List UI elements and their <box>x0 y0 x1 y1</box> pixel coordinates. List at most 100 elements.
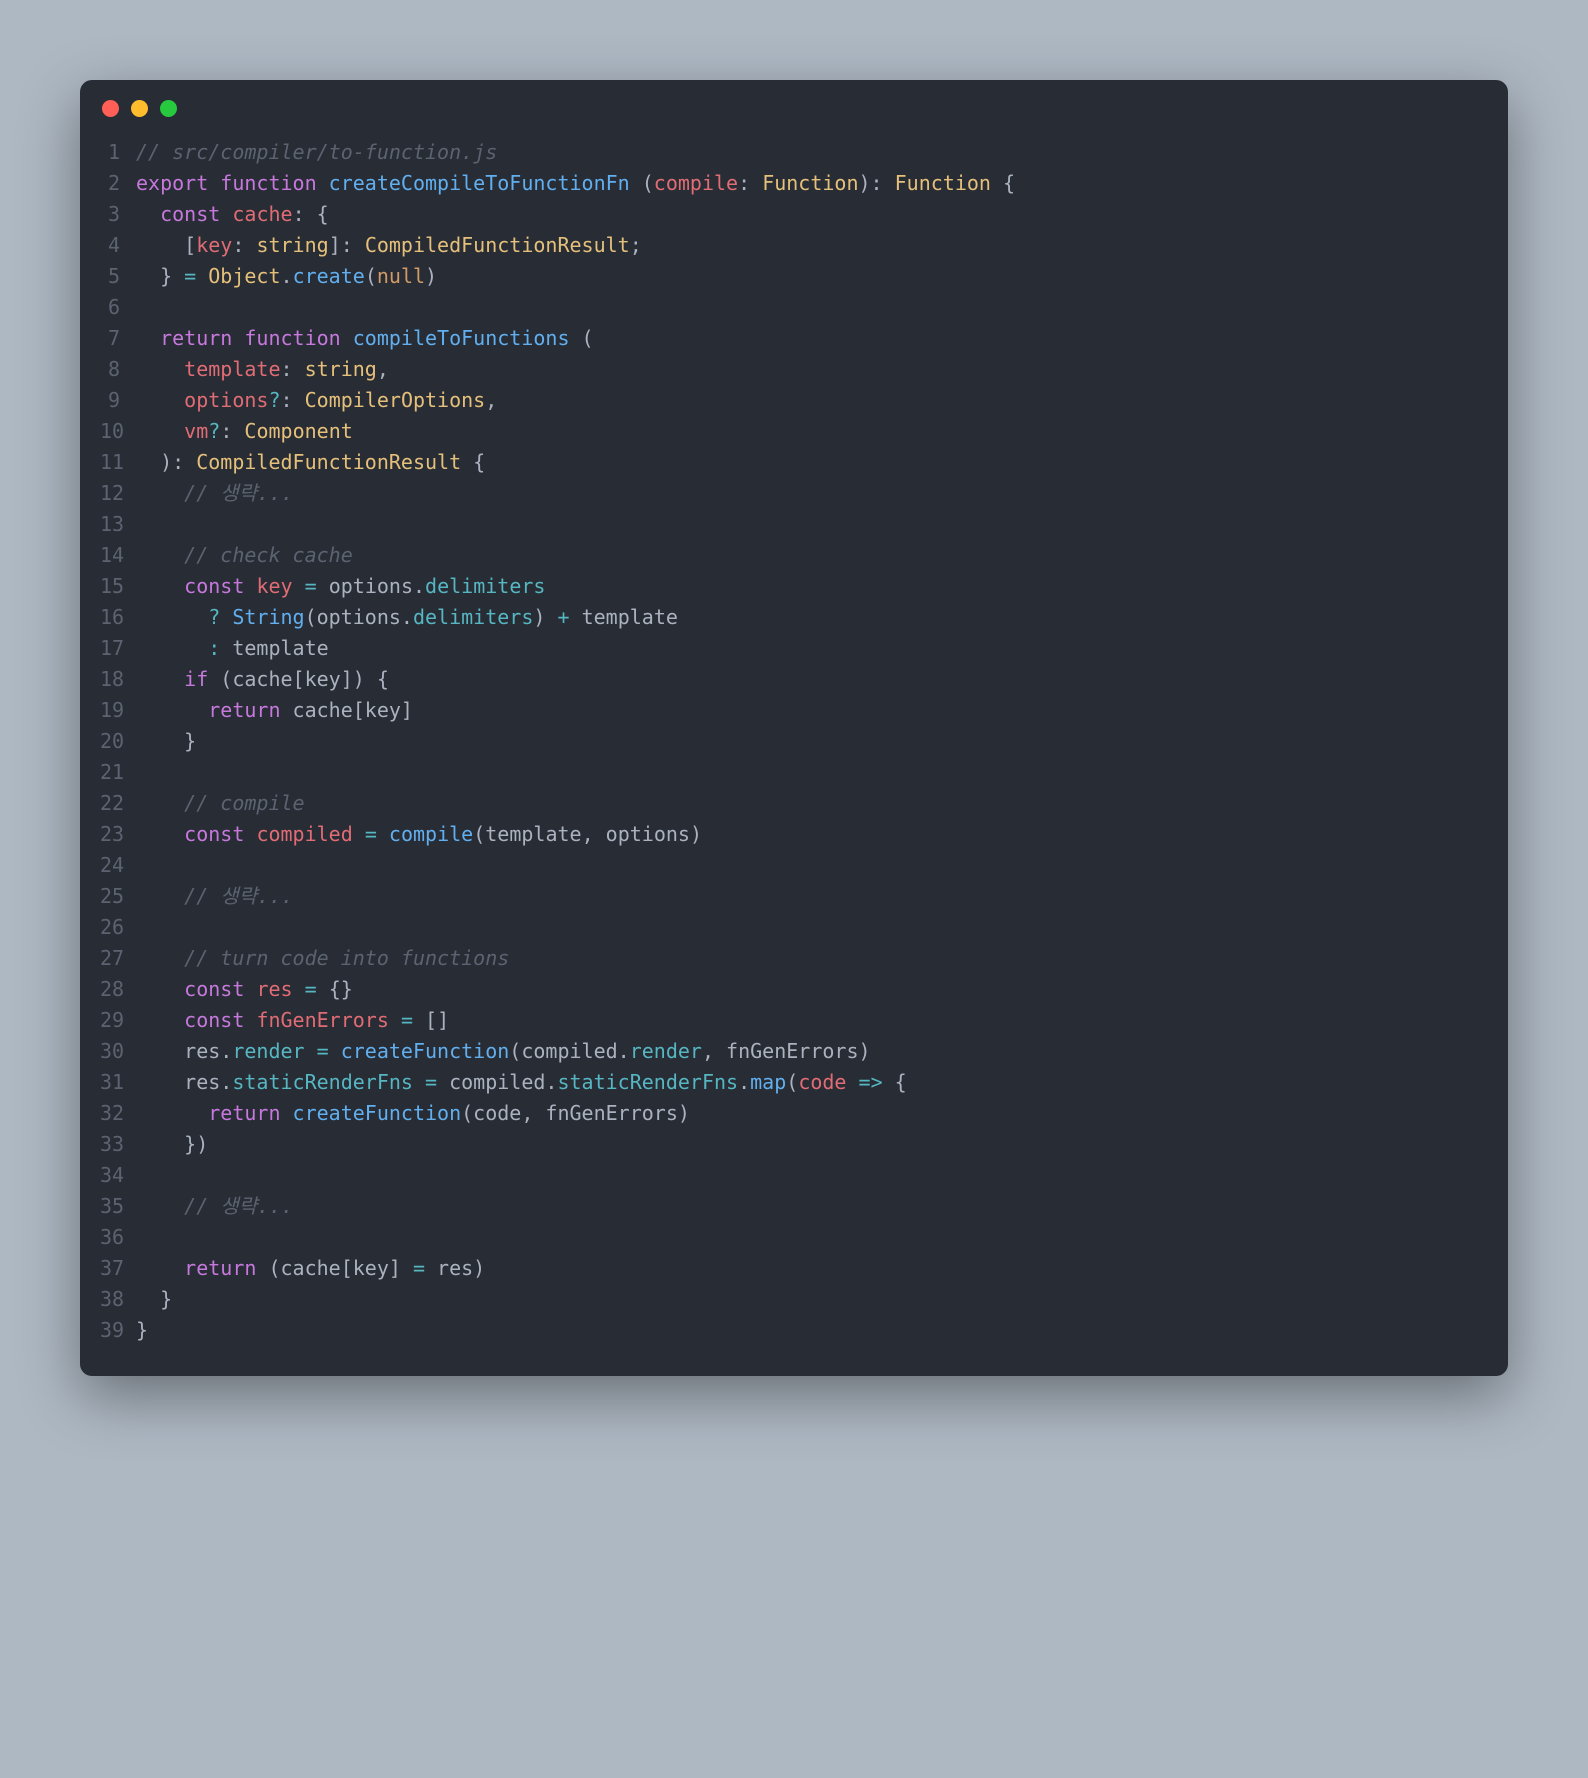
code-token: = <box>401 1008 413 1032</box>
code-token <box>136 822 184 846</box>
close-icon[interactable] <box>102 100 119 117</box>
code-token: map <box>750 1070 786 1094</box>
line-number: 38 <box>100 1284 136 1315</box>
code-token <box>305 1039 317 1063</box>
code-line: 38 } <box>100 1284 1488 1315</box>
line-number: 23 <box>100 819 136 850</box>
code-token: key <box>196 233 232 257</box>
code-line: 28 const res = {} <box>100 974 1488 1005</box>
code-token: delimiters <box>425 574 545 598</box>
code-token: compiled <box>256 822 352 846</box>
line-number: 2 <box>100 168 136 199</box>
code-line: 19 return cache[key] <box>100 695 1488 726</box>
code-token: // compile <box>184 791 304 815</box>
code-token: string <box>305 357 377 381</box>
code-line: 5 } = Object.create(null) <box>100 261 1488 292</box>
code-line: 16 ? String(options.delimiters) + templa… <box>100 602 1488 633</box>
code-token <box>136 481 184 505</box>
code-line: 24 <box>100 850 1488 881</box>
line-number: 33 <box>100 1129 136 1160</box>
code-token: Function <box>762 171 858 195</box>
code-token <box>329 1039 341 1063</box>
line-number: 20 <box>100 726 136 757</box>
code-token: : <box>738 171 762 195</box>
line-number: 29 <box>100 1005 136 1036</box>
line-content: } = Object.create(null) <box>136 261 1488 292</box>
line-content: } <box>136 1284 1488 1315</box>
code-token: => <box>859 1070 883 1094</box>
code-line: 25 // 생략... <box>100 881 1488 912</box>
code-token <box>317 171 329 195</box>
code-token <box>220 202 232 226</box>
line-content: export function createCompileToFunctionF… <box>136 168 1488 199</box>
code-token: }) <box>136 1132 208 1156</box>
code-token: : <box>281 388 305 412</box>
code-line: 6 <box>100 292 1488 323</box>
code-line: 9 options?: CompilerOptions, <box>100 385 1488 416</box>
code-token: = <box>425 1070 437 1094</box>
code-token: return <box>160 326 232 350</box>
code-line: 13 <box>100 509 1488 540</box>
code-token <box>244 1008 256 1032</box>
code-token <box>136 574 184 598</box>
code-token: } <box>136 1287 172 1311</box>
code-token <box>353 822 365 846</box>
code-token: + <box>557 605 569 629</box>
code-token <box>136 884 184 908</box>
code-token: const <box>184 574 244 598</box>
code-token: Function <box>895 171 991 195</box>
code-line: 18 if (cache[key]) { <box>100 664 1488 695</box>
line-content: res.render = createFunction(compiled.ren… <box>136 1036 1488 1067</box>
line-content: // 생략... <box>136 881 1488 912</box>
code-token: ]: <box>329 233 365 257</box>
code-token <box>232 326 244 350</box>
code-token: = <box>305 977 317 1001</box>
code-token: staticRenderFns <box>557 1070 738 1094</box>
code-token: [ <box>136 233 196 257</box>
line-number: 30 <box>100 1036 136 1067</box>
code-line: 7 return function compileToFunctions ( <box>100 323 1488 354</box>
code-token: // turn code into functions <box>184 946 509 970</box>
line-content <box>136 292 1488 323</box>
line-content: const compiled = compile(template, optio… <box>136 819 1488 850</box>
code-token: // 생략... <box>184 481 293 505</box>
code-token: const <box>160 202 220 226</box>
code-token <box>196 264 208 288</box>
line-content: const fnGenErrors = [] <box>136 1005 1488 1036</box>
code-token: : { <box>293 202 329 226</box>
code-token <box>136 1008 184 1032</box>
code-token: (code, fnGenErrors) <box>461 1101 690 1125</box>
code-token: ( <box>786 1070 798 1094</box>
line-content <box>136 1222 1488 1253</box>
line-content: return function compileToFunctions ( <box>136 323 1488 354</box>
line-content: const key = options.delimiters <box>136 571 1488 602</box>
code-area[interactable]: 1// src/compiler/to-function.js2export f… <box>80 125 1508 1376</box>
code-token <box>244 574 256 598</box>
code-token: res. <box>136 1039 232 1063</box>
code-token <box>136 1101 208 1125</box>
code-line: 4 [key: string]: CompiledFunctionResult; <box>100 230 1488 261</box>
code-token <box>136 202 160 226</box>
line-number: 28 <box>100 974 136 1005</box>
line-number: 8 <box>100 354 136 385</box>
line-content: vm?: Component <box>136 416 1488 447</box>
code-token <box>136 388 184 412</box>
code-line: 15 const key = options.delimiters <box>100 571 1488 602</box>
line-number: 3 <box>100 199 136 230</box>
code-token: createFunction <box>341 1039 510 1063</box>
minimize-icon[interactable] <box>131 100 148 117</box>
line-number: 27 <box>100 943 136 974</box>
code-token: code <box>798 1070 846 1094</box>
maximize-icon[interactable] <box>160 100 177 117</box>
code-token: { <box>461 450 485 474</box>
code-token: CompiledFunctionResult <box>365 233 630 257</box>
code-token: create <box>293 264 365 288</box>
code-token: template <box>184 357 280 381</box>
line-number: 11 <box>100 447 136 478</box>
code-token: . <box>738 1070 750 1094</box>
line-number: 39 <box>100 1315 136 1346</box>
code-token: (options. <box>305 605 413 629</box>
code-token: ? <box>208 419 220 443</box>
code-token: ) <box>533 605 557 629</box>
code-token: ) <box>425 264 437 288</box>
